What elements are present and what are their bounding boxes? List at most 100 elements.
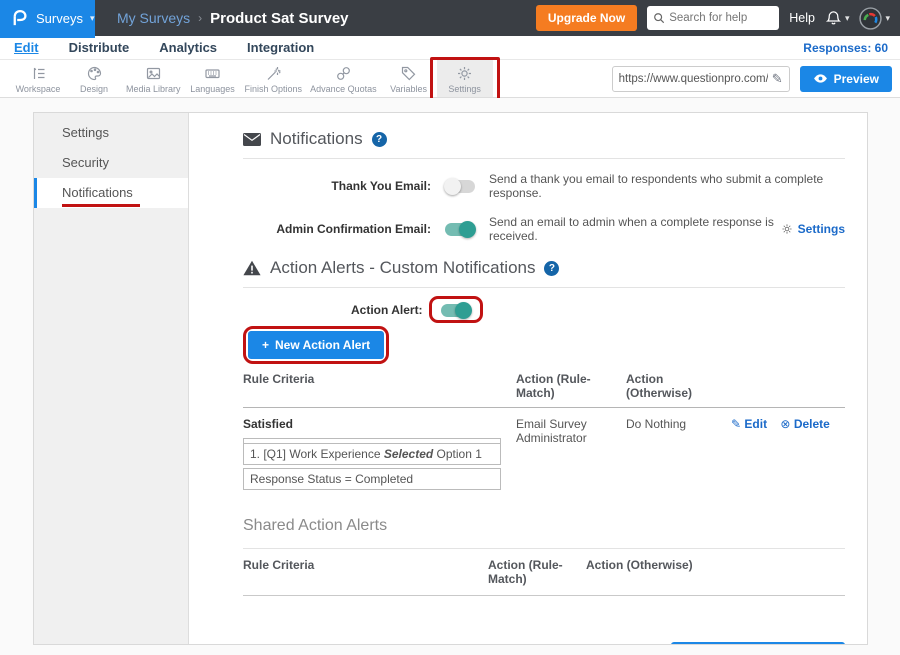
edit-alert-link[interactable]: Edit [744,417,767,431]
action-alerts-section-title: Action Alerts - Custom Notifications [270,258,535,278]
help-link[interactable]: Help [789,11,815,25]
new-notification-group-button[interactable]: + New Notification Group [671,642,845,644]
rule-criteria-1: 1. [Q1] Work Experience Selected Option … [243,443,501,465]
workspace-icon [30,65,47,82]
avatar [859,7,882,30]
toolbar-languages[interactable]: Languages [185,60,241,97]
toolbar-workspace[interactable]: Workspace [10,60,66,97]
sidebar-item-security[interactable]: Security [34,148,188,178]
shared-alerts-title: Shared Action Alerts [243,517,845,535]
toolbar-design[interactable]: Design [66,60,122,97]
annotation-box-action-alert-toggle [429,296,483,323]
surveys-product-menu[interactable]: Surveys ▾ [0,0,95,36]
settings-sidebar: Settings Security Notifications [34,113,189,644]
chevron-down-icon: ▾ [90,13,95,24]
tab-integration[interactable]: Integration [247,40,314,55]
top-header-bar: Surveys ▾ My Surveys › Product Sat Surve… [0,0,900,36]
upgrade-now-button[interactable]: Upgrade Now [536,5,637,31]
keyboard-icon [204,65,221,82]
breadcrumb: My Surveys › Product Sat Survey [117,10,349,27]
settings-panel: Settings Security Notifications Notifica… [33,112,868,645]
edit-toolbar: Workspace Design Media Library Languages… [0,60,900,98]
action-alert-row: Satisfied 1. [Q1] Work Experience Select… [243,408,845,493]
envelope-icon [243,133,261,146]
breadcrumb-my-surveys[interactable]: My Surveys [117,10,190,26]
col-rule-criteria: Rule Criteria [243,372,516,400]
divider [243,287,845,288]
magic-wand-icon [265,65,282,82]
warning-triangle-icon [243,260,261,276]
tab-distribute[interactable]: Distribute [69,40,130,55]
delete-alert-link[interactable]: Delete [794,417,830,431]
rule-criteria-2: Response Status = Completed [243,468,501,490]
action-alerts-table: Rule Criteria Action (Rule-Match) Action… [243,372,845,493]
toolbar-finish-options[interactable]: Finish Options [241,60,307,97]
tab-analytics[interactable]: Analytics [159,40,217,55]
otherwise-value: Do Nothing [626,417,731,493]
shared-alerts-empty [243,596,845,624]
bell-icon [825,10,842,27]
toolbar-advance-quotas[interactable]: Advance Quotas [306,60,381,97]
admin-email-settings-link[interactable]: Settings [781,222,845,236]
search-icon [653,12,665,24]
tab-edit[interactable]: Edit [14,40,39,55]
col-action-otherwise: Action (Otherwise) [586,558,845,586]
rule-match-value: Email Survey Administrator [516,417,626,493]
admin-confirmation-label: Admin Confirmation Email: [243,222,431,236]
delete-icon: ⊗ [780,417,790,431]
gear-icon [781,223,793,235]
shared-alerts-table-header: Rule Criteria Action (Rule-Match) Action… [243,548,845,596]
notifications-bell-button[interactable]: ▾ [825,10,850,27]
image-icon [145,65,162,82]
preview-button[interactable]: Preview [800,66,892,92]
col-action-rule-match: Action (Rule-Match) [516,372,626,400]
chain-links-icon [335,65,352,82]
sidebar-item-notifications[interactable]: Notifications [34,178,188,208]
thank-you-email-row: Thank You Email: Send a thank you email … [243,172,845,200]
thank-you-email-desc: Send a thank you email to respondents wh… [489,172,845,200]
chevron-down-icon: ▾ [845,13,850,24]
admin-confirmation-desc: Send an email to admin when a complete r… [489,215,781,243]
help-icon[interactable]: ? [372,132,387,147]
account-menu-button[interactable]: ▾ [859,7,890,30]
chevron-down-icon: ▾ [885,13,890,24]
admin-confirmation-email-row: Admin Confirmation Email: Send an email … [243,215,845,243]
responses-count-link[interactable]: Responses: 60 [803,41,900,55]
edit-url-icon[interactable]: ✎ [772,71,783,87]
help-search-input[interactable] [669,12,769,24]
annotation-underline-notifications [62,204,140,207]
gear-icon [456,65,473,82]
col-action-rule-match: Action (Rule-Match) [488,558,586,586]
edit-icon: ✎ [731,417,741,431]
toolbar-settings[interactable]: Settings [437,60,493,97]
survey-nav-tabs: Edit Distribute Analytics Integration Re… [0,36,900,60]
help-search-box[interactable] [647,6,779,30]
action-alert-label: Action Alert: [351,303,423,317]
annotation-box-new-action-alert: + New Action Alert [243,326,389,364]
palette-icon [86,65,103,82]
action-alert-toggle[interactable] [441,304,471,317]
thank-you-email-toggle[interactable] [445,180,475,193]
notifications-section-title: Notifications [270,129,363,149]
tag-icon [400,65,417,82]
rule-status: Satisfied [243,417,516,431]
eye-icon [813,73,828,84]
survey-url-input[interactable] [619,73,768,85]
toolbar-variables[interactable]: Variables [381,60,437,97]
content-area: Settings Security Notifications Notifica… [0,98,900,655]
col-rule-criteria: Rule Criteria [243,558,488,586]
survey-url-field[interactable]: ✎ [612,66,790,92]
questionpro-logo-icon [10,9,29,28]
plus-icon: + [262,338,269,352]
toolbar-media-library[interactable]: Media Library [122,60,185,97]
admin-confirmation-toggle[interactable] [445,223,475,236]
help-icon[interactable]: ? [544,261,559,276]
notifications-main: Notifications ? Thank You Email: Send a … [189,113,867,644]
new-action-alert-button[interactable]: + New Action Alert [248,331,384,359]
thank-you-email-label: Thank You Email: [243,179,431,193]
product-menu-label: Surveys [36,11,83,26]
sidebar-item-settings[interactable]: Settings [34,118,188,148]
breadcrumb-current-survey: Product Sat Survey [210,10,348,27]
col-action-otherwise: Action (Otherwise) [626,372,731,400]
breadcrumb-separator: › [198,11,202,25]
